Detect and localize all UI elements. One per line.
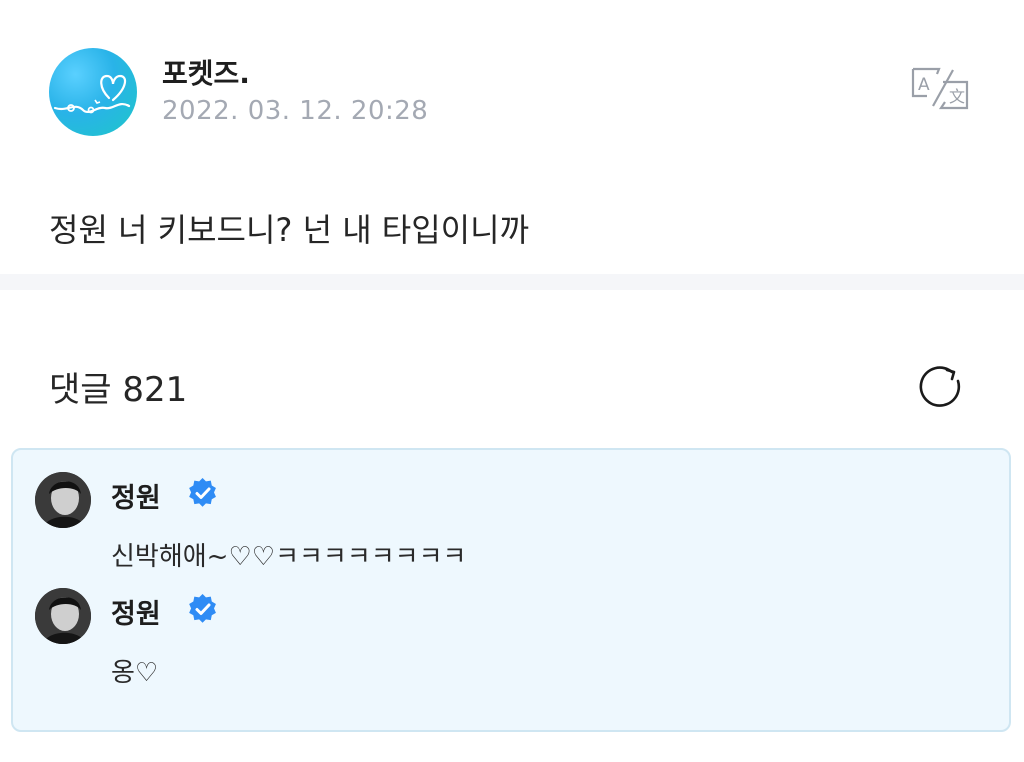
translate-button[interactable]: A 文 — [909, 66, 971, 112]
comments-count: 821 — [122, 370, 188, 410]
comments-label: 댓글 — [49, 370, 112, 410]
commenter-name[interactable]: 정원 — [111, 592, 161, 631]
post-detail-page: 포켓즈. 2022. 03. 12. 20:28 A 文 정원 너 키보드니? … — [0, 0, 1024, 762]
comment-text: 옹♡ — [111, 658, 159, 688]
highlighted-comments: 정원 신박해애~♡♡ㅋㅋㅋㅋㅋㅋㅋㅋ 정원 옹♡ — [11, 448, 1011, 732]
comments-header: 댓글 821 — [49, 362, 187, 411]
post-header: 포켓즈. 2022. 03. 12. 20:28 A 文 — [49, 48, 979, 138]
post-content: 정원 너 키보드니? 넌 내 타입이니까 — [49, 211, 530, 249]
heart-string-icon — [53, 74, 131, 114]
svg-text:文: 文 — [949, 87, 965, 106]
commenter-name[interactable]: 정원 — [111, 476, 161, 515]
comment-text: 신박해애~♡♡ㅋㅋㅋㅋㅋㅋㅋㅋ — [111, 542, 467, 572]
translate-icon: A 文 — [911, 67, 969, 110]
author-avatar[interactable] — [49, 48, 137, 136]
refresh-icon — [919, 366, 961, 407]
commenter-avatar[interactable] — [35, 472, 91, 528]
refresh-button[interactable] — [914, 361, 966, 413]
user-photo-icon — [35, 472, 91, 528]
verified-badge-icon — [189, 594, 216, 623]
verified-badge-icon — [189, 478, 216, 507]
user-photo-icon — [35, 588, 91, 644]
post-date: 2022. 03. 12. 20:28 — [162, 96, 429, 126]
section-divider — [0, 274, 1024, 290]
commenter-avatar[interactable] — [35, 588, 91, 644]
svg-text:A: A — [918, 75, 930, 95]
author-name[interactable]: 포켓즈. — [162, 52, 250, 92]
